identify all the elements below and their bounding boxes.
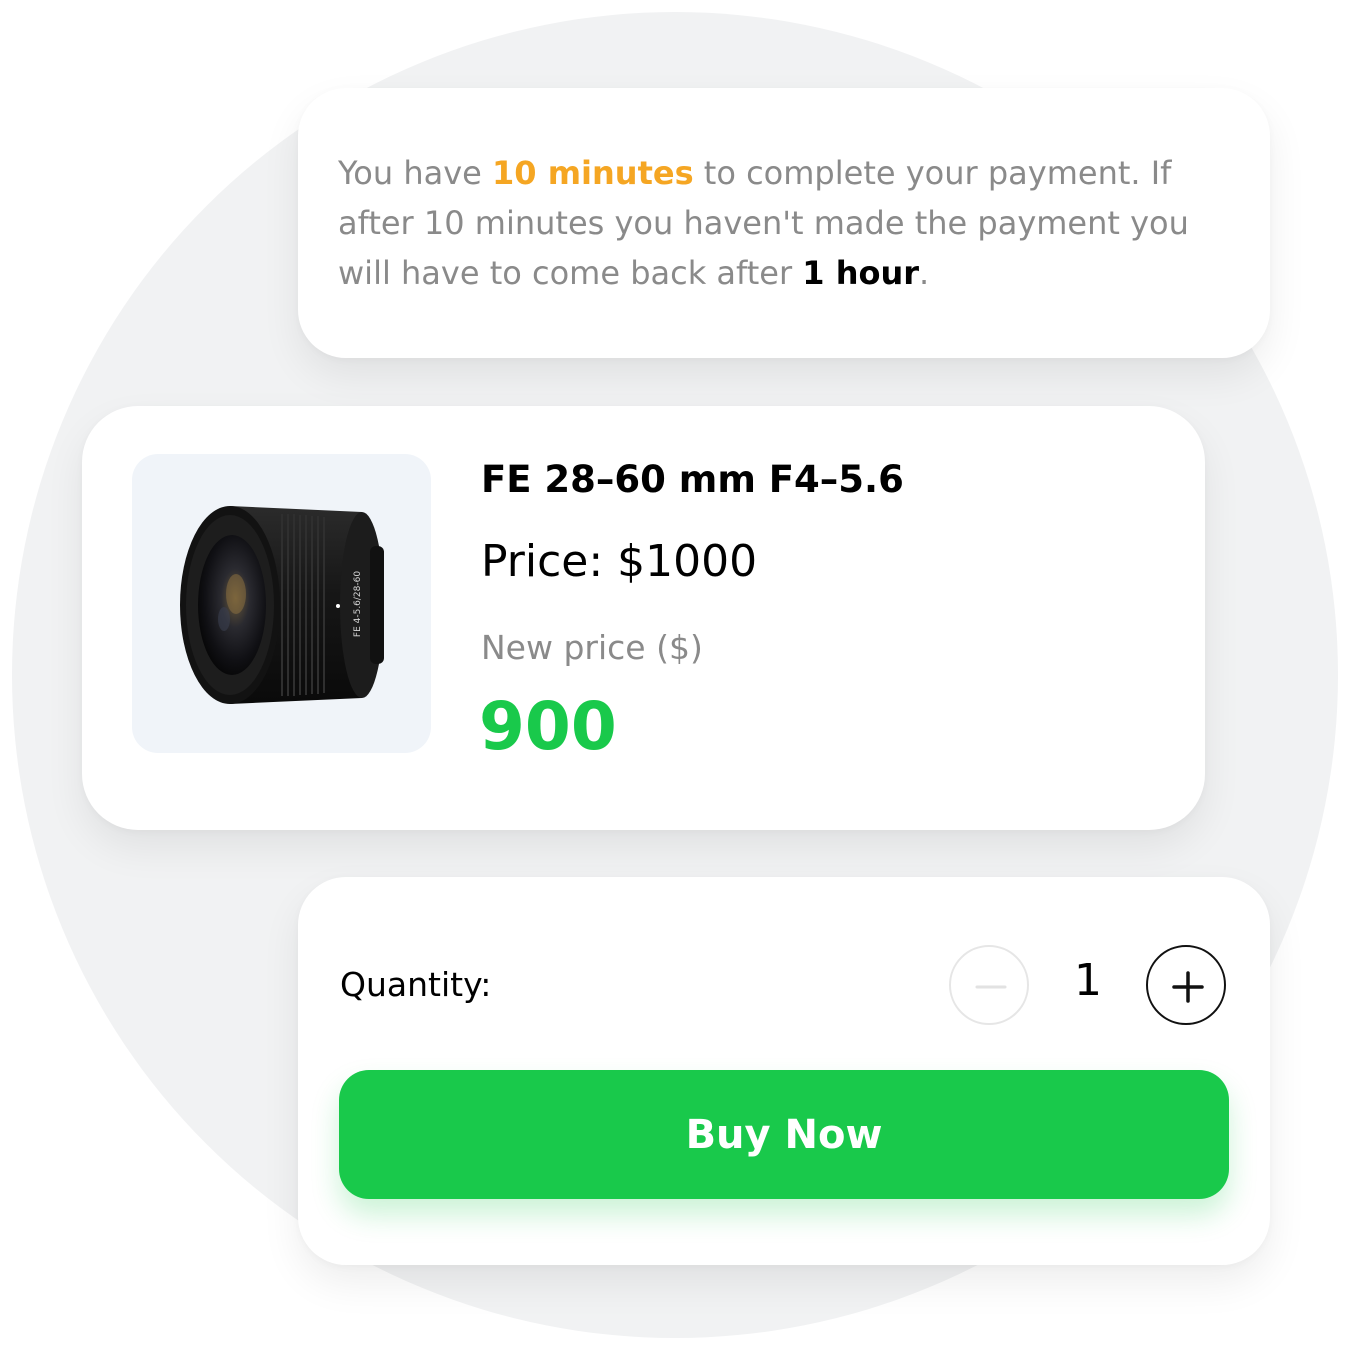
cooldown-highlight: 1 hour <box>802 254 920 292</box>
notice-message: You have 10 minutes to complete your pay… <box>338 148 1228 298</box>
product-card: FE 4-5.6/28-60 FE 28–60 mm F4–5.6 Price:… <box>82 406 1205 830</box>
minus-icon <box>975 985 1007 989</box>
price-label: Price: <box>481 536 618 587</box>
increment-quantity-button[interactable] <box>1146 945 1226 1025</box>
decrement-quantity-button[interactable] <box>949 945 1029 1025</box>
plus-icon <box>1172 971 1204 1003</box>
product-name: FE 28–60 mm F4–5.6 <box>481 458 904 501</box>
new-price-value: 900 <box>479 688 617 765</box>
payment-timer-notice: You have 10 minutes to complete your pay… <box>298 88 1270 358</box>
camera-lens-image: FE 4-5.6/28-60 <box>132 454 431 753</box>
original-price: Price: $1000 <box>481 536 757 587</box>
new-price-label: New price ($) <box>481 628 703 667</box>
notice-text-end: . <box>919 254 930 292</box>
payment-screen: You have 10 minutes to complete your pay… <box>0 0 1350 1350</box>
quantity-label: Quantity: <box>340 965 492 1004</box>
quantity-value: 1 <box>1074 955 1102 1006</box>
lens-marking: FE 4-5.6/28-60 <box>353 571 363 637</box>
price-value: $1000 <box>617 536 758 587</box>
notice-text-start: You have <box>338 154 493 192</box>
time-limit-highlight: 10 minutes <box>492 154 694 192</box>
checkout-card: Quantity: 1 Buy Now <box>298 877 1270 1265</box>
buy-now-button[interactable]: Buy Now <box>339 1070 1229 1199</box>
